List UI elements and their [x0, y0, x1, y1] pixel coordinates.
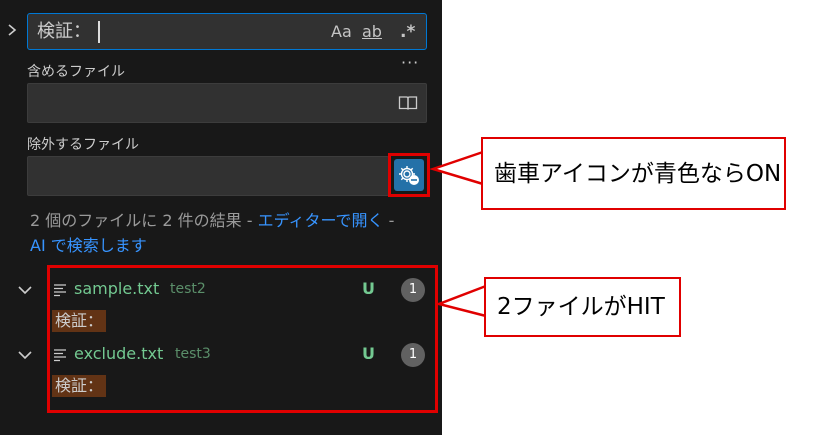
text-caret: [98, 21, 100, 43]
search-query-text: 検証：: [37, 21, 91, 42]
include-files-input[interactable]: [27, 83, 427, 123]
summary-text: 2 個のファイルに 2 件の結果 -: [30, 211, 258, 230]
gear-callout-text: 歯車アイコンが青色ならON: [494, 160, 782, 187]
results-callout: 2ファイルがHIT: [484, 277, 681, 337]
chevron-down-icon[interactable]: [17, 349, 33, 361]
whole-word-toggle[interactable]: ab: [362, 21, 382, 43]
match-case-toggle[interactable]: Aa: [331, 21, 352, 43]
open-in-editor-link[interactable]: エディターで開く: [258, 211, 384, 230]
include-files-label: 含めるファイル: [27, 64, 125, 80]
chevron-right-icon[interactable]: [5, 22, 19, 38]
regex-toggle[interactable]: .*: [400, 21, 415, 43]
ai-search-line: AI で検索します: [30, 233, 147, 258]
chevron-down-icon[interactable]: [17, 284, 33, 296]
search-input[interactable]: 検証： Aa ab .*: [27, 13, 427, 50]
gear-callout: 歯車アイコンが青色ならON: [481, 137, 786, 210]
results-highlight-box: [47, 265, 438, 413]
exclude-files-label: 除外するファイル: [27, 137, 139, 153]
exclude-files-input[interactable]: [27, 156, 389, 196]
more-options-icon[interactable]: ···: [401, 53, 419, 72]
gear-callout-pointer: [430, 150, 484, 186]
search-summary: 2 個のファイルに 2 件の結果 - エディターで開く -: [30, 208, 394, 233]
results-callout-text: 2ファイルがHIT: [497, 294, 665, 320]
ai-search-link[interactable]: AI で検索します: [30, 236, 147, 255]
summary-dash: -: [383, 211, 395, 230]
results-callout-pointer: [436, 284, 487, 318]
gear-highlight-box: [388, 153, 430, 197]
book-icon[interactable]: [398, 95, 418, 111]
